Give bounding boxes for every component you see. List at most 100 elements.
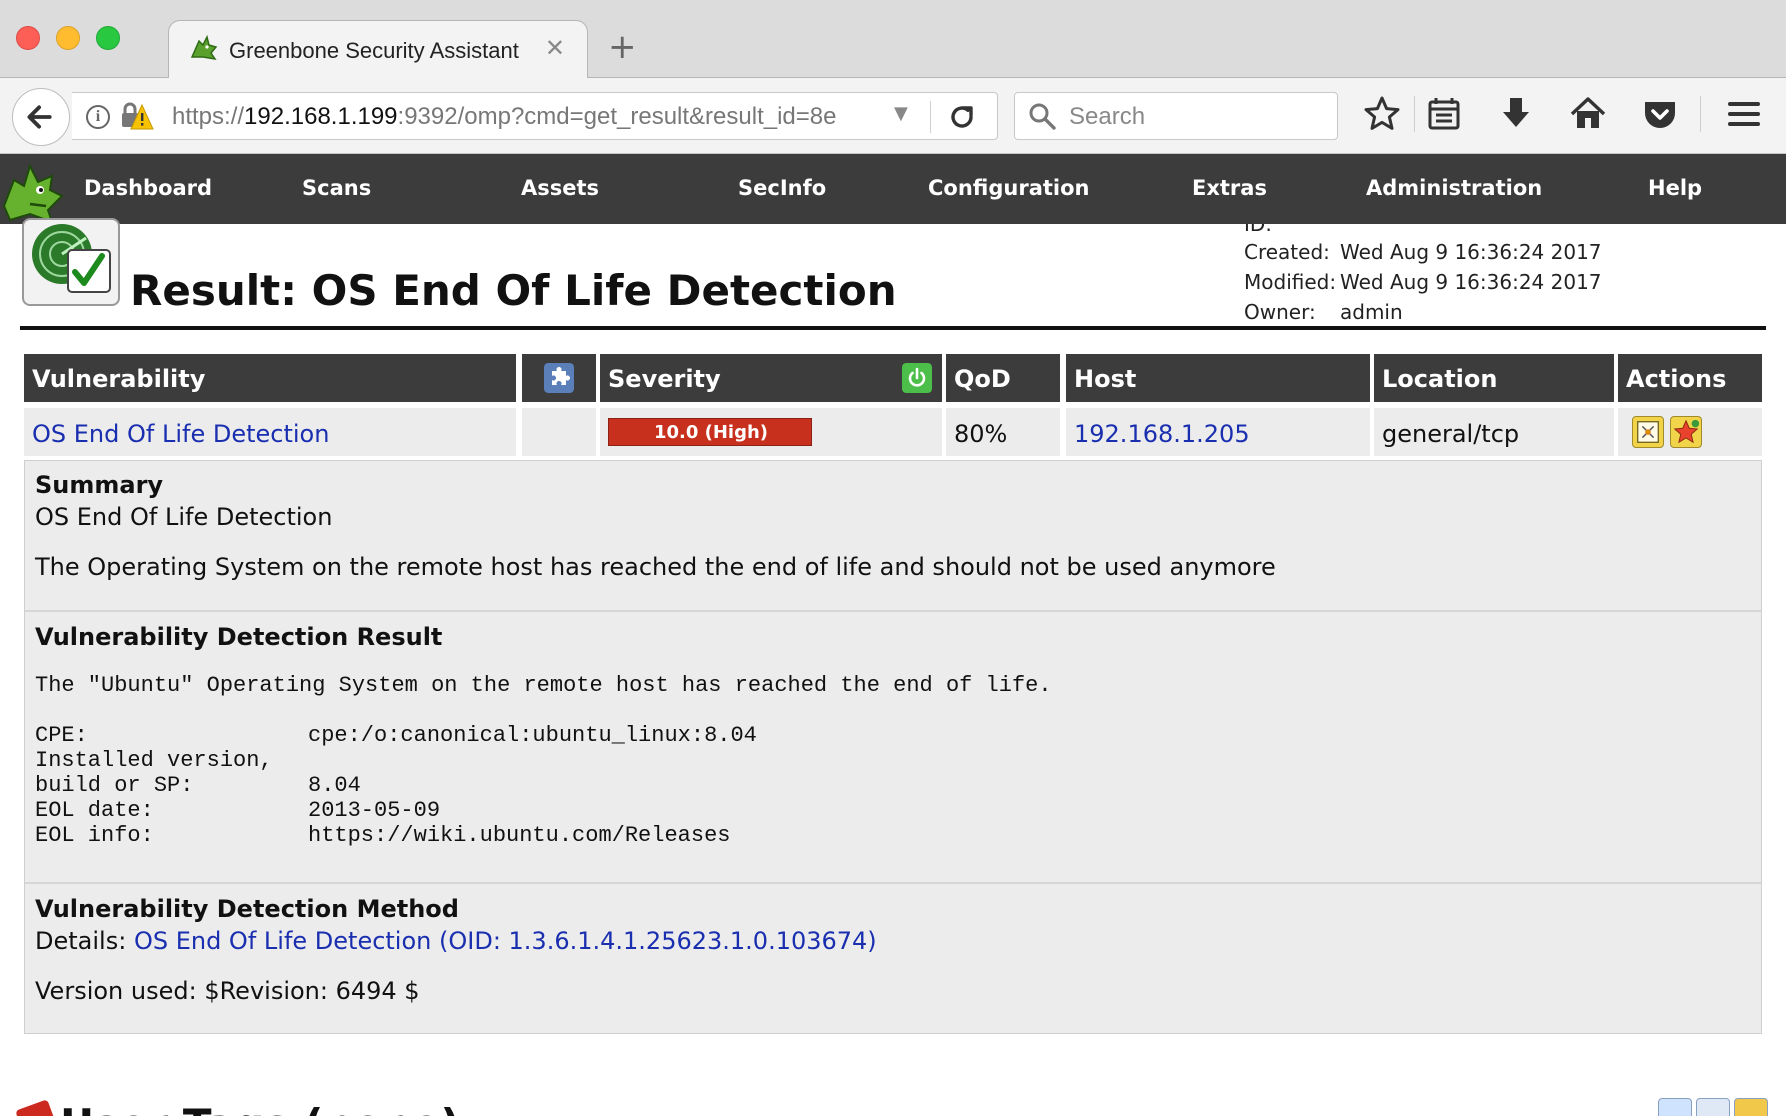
maximize-window-button[interactable] [96,26,120,50]
info-icon[interactable]: i [86,105,110,129]
star-icon[interactable] [1362,94,1402,134]
browser-tab-bar: Greenbone Security Assistant ✕ + [0,0,1786,79]
nvt-details-link[interactable]: OS End Of Life Detection (OID: 1.3.6.1.4… [134,927,877,955]
menu-assets[interactable]: Assets [521,176,599,200]
column-header-actions: Actions [1618,354,1762,402]
menu-secinfo[interactable]: SecInfo [738,176,826,200]
search-input[interactable]: Search [1069,103,1145,131]
home-icon[interactable] [1568,94,1608,134]
tab-close-icon[interactable]: ✕ [545,34,565,62]
menu-help[interactable]: Help [1648,176,1702,200]
reading-list-icon[interactable] [1424,94,1464,134]
toolbar-separator [1700,96,1701,132]
created-value: Wed Aug 9 16:36:24 2017 [1340,240,1602,264]
vdr-value-cpe: cpe:/o:canonical:ubuntu_linux:8.04 [308,723,757,748]
vdm-heading: Vulnerability Detection Method [35,895,459,923]
menu-extras[interactable]: Extras [1192,176,1267,200]
tab-title: Greenbone Security Assistant [229,38,519,63]
vdr-label-installed: Installed version, [35,748,273,773]
created-row: Created: Wed Aug 9 16:36:24 2017 [1244,240,1602,264]
user-tags-heading: User Tags (none) [60,1100,460,1116]
cell-location: general/tcp [1374,408,1614,456]
modified-value: Wed Aug 9 16:36:24 2017 [1340,270,1602,294]
new-tab-icon[interactable]: + [608,30,637,64]
host-link[interactable]: 192.168.1.205 [1074,420,1250,448]
details-label: Details: [35,927,127,955]
summary-heading: Summary [35,471,164,499]
url-bar[interactable]: i https://192.168.1.199:9392/omp?cmd=get… [72,92,998,140]
url-scheme: https:// [172,103,245,130]
add-note-star-icon[interactable] [1670,416,1702,448]
column-header-qod[interactable]: QoD [946,354,1060,402]
vdr-value-eol-info: https://wiki.ubuntu.com/Releases [308,823,731,848]
column-header-solution-type [522,354,596,402]
url-dropdown-icon[interactable]: ▼ [894,103,908,124]
result-radar-icon [22,218,120,306]
url-host: 192.168.1.199 [244,103,398,130]
back-arrow-icon [27,105,52,129]
reload-icon[interactable] [944,99,980,135]
download-icon[interactable] [1496,94,1536,134]
section-divider [25,610,1761,612]
url-path: :9392/omp?cmd=get_result&result_id=8e [397,103,837,130]
cell-solution-type [522,408,596,456]
url-separator [930,101,931,133]
minimize-window-button[interactable] [56,26,80,50]
new-tag-star-icon[interactable] [1658,1098,1692,1116]
add-override-icon[interactable] [1632,416,1664,448]
hamburger-icon[interactable] [1724,94,1764,134]
summary-title: OS End Of Life Detection [35,503,333,531]
vulnerability-link[interactable]: OS End Of Life Detection [32,420,329,448]
owner-label: Owner: [1244,300,1316,324]
severity-bar: 10.0 (High) [608,418,812,446]
vdr-label-eol-info: EOL info: [35,823,154,848]
section-divider [25,882,1761,884]
column-header-vulnerability[interactable]: Vulnerability [24,354,516,402]
column-header-location[interactable]: Location [1374,354,1614,402]
result-details-panel: Summary OS End Of Life Detection The Ope… [24,460,1762,1034]
pocket-icon[interactable] [1640,94,1680,134]
cell-actions [1618,408,1762,456]
severity-header-label: Severity [608,365,721,393]
greenbone-favicon-icon [190,35,218,61]
summary-text: The Operating System on the remote host … [35,553,1276,581]
puzzle-icon [544,363,574,393]
owner-row: Owner: admin [1244,300,1403,324]
menu-dashboard[interactable]: Dashboard [84,176,212,200]
url-text[interactable]: https://192.168.1.199:9392/omp?cmd=get_r… [172,103,932,131]
close-window-button[interactable] [16,26,40,50]
cell-qod: 80% [946,408,1060,456]
toolbar-separator [1414,96,1415,132]
search-icon [1029,103,1056,130]
tag-icon [15,1099,59,1116]
modified-label: Modified: [1244,270,1337,294]
title-divider [20,326,1766,330]
vdr-label-cpe: CPE: [35,723,88,748]
menu-administration[interactable]: Administration [1366,176,1542,200]
power-icon[interactable] [902,363,932,393]
created-label: Created: [1244,240,1330,264]
browser-tab[interactable]: Greenbone Security Assistant ✕ [168,20,588,79]
toggle-section-icon[interactable] [1734,1098,1768,1116]
page-title: Result: OS End Of Life Detection [130,266,897,315]
vdr-value-eol-date: 2013-05-09 [308,798,441,823]
back-button[interactable] [12,88,70,146]
column-header-severity[interactable]: Severity [600,354,942,402]
vdr-value-build: 8.04 [308,773,361,798]
owner-value: admin [1340,300,1403,324]
menu-configuration[interactable]: Configuration [928,176,1089,200]
severity-label: 10.0 (High) [653,422,769,443]
search-bar[interactable]: Search [1014,92,1338,140]
modified-row: Modified: Wed Aug 9 16:36:24 2017 [1244,270,1602,294]
greenbone-logo-icon[interactable] [0,154,70,224]
insecure-lock-icon[interactable] [120,101,154,131]
cell-host: 192.168.1.205 [1066,408,1370,456]
version-used: Version used: $Revision: 6494 $ [35,977,420,1005]
vdr-line: The "Ubuntu" Operating System on the rem… [35,673,1052,698]
help-icon[interactable] [1696,1098,1730,1116]
vdm-details-row: Details: OS End Of Life Detection (OID: … [35,927,877,955]
column-header-host[interactable]: Host [1066,354,1370,402]
cell-severity: 10.0 (High) [600,408,942,456]
menu-scans[interactable]: Scans [302,176,371,200]
main-menu: Dashboard Scans Assets SecInfo Configura… [0,154,1786,224]
